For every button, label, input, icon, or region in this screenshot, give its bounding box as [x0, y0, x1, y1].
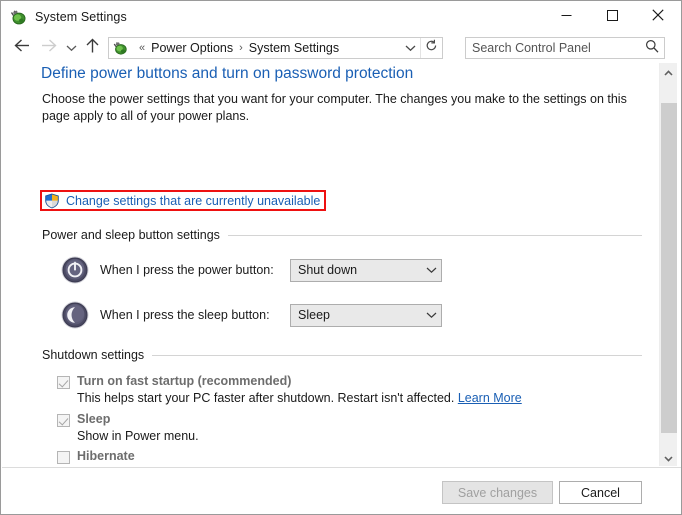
- chevron-down-icon: [405, 39, 416, 57]
- fast-startup-description: This helps start your PC faster after sh…: [77, 391, 522, 405]
- search-box[interactable]: [465, 37, 665, 59]
- sleep-checkbox[interactable]: [57, 414, 70, 427]
- window-title: System Settings: [35, 10, 127, 24]
- dialog-footer: Save changes Cancel: [2, 468, 681, 514]
- scroll-up-button[interactable]: [660, 63, 677, 80]
- content-pane: Define power buttons and turn on passwor…: [2, 63, 681, 466]
- hibernate-checkbox-row[interactable]: Hibernate: [57, 449, 199, 464]
- change-settings-link-highlight[interactable]: Change settings that are currently unava…: [40, 190, 327, 211]
- section-divider: [152, 354, 642, 356]
- title-bar: System Settings: [1, 1, 681, 33]
- sleep-button-action-select[interactable]: Sleep: [290, 303, 442, 327]
- breadcrumb-item-power-options[interactable]: Power Options: [151, 41, 233, 55]
- fast-startup-checkbox-row[interactable]: Turn on fast startup (recommended): [57, 374, 522, 389]
- fast-startup-description-text: This helps start your PC faster after sh…: [77, 391, 455, 405]
- maximize-button[interactable]: [589, 1, 635, 32]
- sleep-label: Sleep: [77, 412, 111, 426]
- scrollbar-thumb[interactable]: [661, 103, 677, 433]
- close-icon: [652, 8, 664, 26]
- sleep-moon-icon: [60, 300, 90, 330]
- breadcrumb-overflow[interactable]: «: [139, 42, 145, 54]
- minimize-button[interactable]: [543, 1, 589, 32]
- forward-button[interactable]: [35, 35, 61, 61]
- back-button[interactable]: [9, 35, 35, 61]
- maximize-icon: [606, 8, 618, 26]
- chevron-down-icon: [66, 39, 77, 57]
- breadcrumb-separator: ›: [239, 42, 243, 54]
- section-divider: [227, 234, 642, 236]
- learn-more-link[interactable]: Learn More: [458, 391, 522, 405]
- navigation-bar: « Power Options › System Settings: [1, 33, 681, 63]
- forward-arrow-icon: [40, 38, 57, 58]
- recent-locations-button[interactable]: [61, 35, 81, 61]
- list-item: Hibernate Show in Power menu.: [57, 449, 199, 466]
- search-icon: [645, 39, 659, 58]
- sleep-checkbox-row[interactable]: Sleep: [57, 412, 199, 427]
- refresh-button[interactable]: [420, 38, 442, 58]
- scroll-down-button[interactable]: [660, 449, 677, 466]
- sleep-button-label: When I press the sleep button:: [100, 308, 270, 322]
- shutdown-section-label: Shutdown settings: [42, 348, 145, 362]
- chevron-down-icon[interactable]: [421, 260, 441, 281]
- search-input[interactable]: [466, 39, 634, 57]
- hibernate-checkbox[interactable]: [57, 451, 70, 464]
- breadcrumb-item-system-settings[interactable]: System Settings: [249, 41, 339, 55]
- power-sleep-section-header: Power and sleep button settings: [42, 228, 642, 242]
- cancel-button[interactable]: Cancel: [559, 481, 642, 504]
- power-button-label: When I press the power button:: [100, 263, 274, 277]
- page-title: Define power buttons and turn on passwor…: [41, 65, 414, 82]
- fast-startup-checkbox[interactable]: [57, 376, 70, 389]
- power-sleep-section-label: Power and sleep button settings: [42, 228, 220, 242]
- back-arrow-icon: [13, 38, 31, 58]
- hibernate-label: Hibernate: [77, 449, 135, 463]
- system-settings-window: System Settings « Power Options › System…: [0, 0, 682, 515]
- sleep-button-setting-row: When I press the sleep button: Sleep: [60, 300, 442, 330]
- uac-shield-icon: [44, 193, 60, 209]
- page-description: Choose the power settings that you want …: [42, 92, 627, 123]
- window-controls: [543, 1, 681, 32]
- fast-startup-label: Turn on fast startup (recommended): [77, 374, 292, 388]
- settings-page: Define power buttons and turn on passwor…: [2, 63, 659, 466]
- chevron-down-icon: [664, 449, 673, 467]
- address-dropdown-button[interactable]: [400, 38, 420, 58]
- power-options-icon: [9, 8, 27, 26]
- list-item: Turn on fast startup (recommended) This …: [57, 374, 522, 405]
- sleep-description: Show in Power menu.: [77, 429, 199, 443]
- breadcrumb-power-options-icon: [112, 40, 128, 56]
- list-item: Sleep Show in Power menu.: [57, 412, 199, 443]
- power-button-action-select[interactable]: Shut down: [290, 258, 442, 282]
- address-bar[interactable]: « Power Options › System Settings: [108, 37, 443, 59]
- up-button[interactable]: [81, 35, 103, 61]
- vertical-scrollbar[interactable]: [659, 63, 677, 466]
- power-button-setting-row: When I press the power button: Shut down: [60, 255, 442, 285]
- shutdown-section-header: Shutdown settings: [42, 348, 642, 362]
- search-button[interactable]: [640, 38, 664, 58]
- up-arrow-icon: [85, 38, 100, 59]
- chevron-up-icon: [664, 63, 673, 81]
- refresh-icon: [425, 39, 438, 57]
- power-button-icon: [60, 255, 90, 285]
- close-button[interactable]: [635, 1, 681, 32]
- power-button-action-value: Shut down: [298, 263, 358, 277]
- minimize-icon: [561, 8, 572, 26]
- sleep-button-action-value: Sleep: [298, 308, 330, 322]
- save-changes-button[interactable]: Save changes: [442, 481, 553, 504]
- chevron-down-icon[interactable]: [421, 305, 441, 326]
- change-settings-link[interactable]: Change settings that are currently unava…: [66, 194, 320, 208]
